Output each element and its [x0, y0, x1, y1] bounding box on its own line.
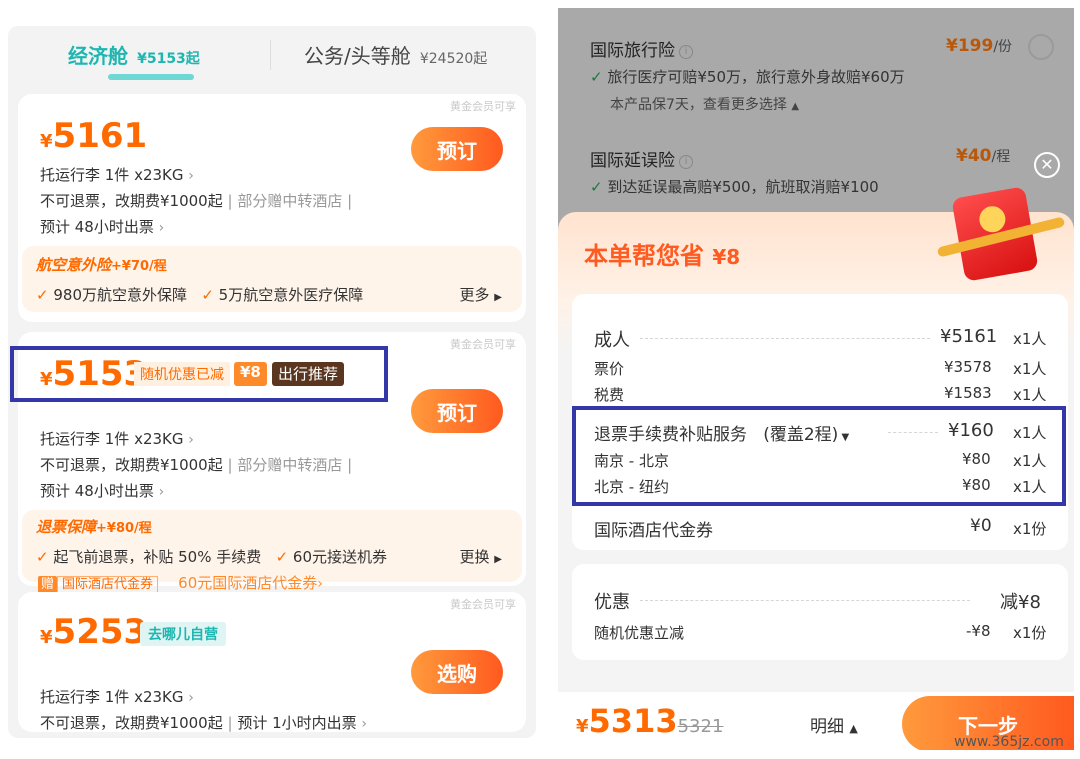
addon-price: +¥80/程 [96, 521, 152, 536]
tab-business-label: 公务/头等舱 [304, 44, 411, 68]
check-icon: ✓ [590, 178, 603, 196]
triangle-right-icon: ▶ [494, 292, 502, 303]
insurance-name: 国际延误险 [590, 151, 675, 171]
highlight-box-price [10, 346, 388, 402]
total-price: ¥53135321 [576, 702, 724, 740]
addon-item: 60元接送机券 [292, 548, 388, 566]
addon-title: 退票保障 [36, 518, 97, 536]
chevron-right-icon: › [317, 576, 323, 592]
tab-business[interactable]: 公务/头等舱 ¥24520起 [304, 40, 524, 70]
purchase-button[interactable]: 选购 [411, 650, 503, 694]
detail-toggle[interactable]: 明细 ▲ [810, 712, 858, 737]
gold-member-tag: 黄金会员可享 [450, 100, 516, 113]
addon-price: +¥70/程 [111, 259, 167, 274]
gift-row[interactable]: 赠国际酒店代金券 60元国际酒店代金券› [38, 572, 323, 593]
book-button[interactable]: 预订 [411, 127, 503, 171]
watermark: www.365jz.com [954, 734, 1064, 750]
tab-economy[interactable]: 经济舱 ¥5153起 [68, 40, 238, 70]
baggage-line[interactable]: 托运行李 1件 x23KG › [40, 428, 194, 449]
ticketing-line[interactable]: 预计 48小时出票 › [40, 480, 164, 501]
insurance-item-travel[interactable]: 国际旅行险 i ¥199/份 ✓ 旅行医疗可赔¥50万，旅行意外身故赔¥60万 本… [558, 8, 1074, 118]
chevron-right-icon: › [188, 168, 194, 184]
addon-more-link[interactable]: 更多 ▶ [460, 284, 503, 305]
fare-price: ¥5253 [40, 612, 148, 652]
chevron-right-icon: › [188, 432, 194, 448]
gift-link: 60元国际酒店代金券 [178, 574, 318, 592]
addon-change-link[interactable]: 更换 ▶ [460, 546, 503, 567]
addon-panel: 航空意外险+¥70/程 ✓ 980万航空意外保障 ✓ 5万航空意外医疗保障 更多… [22, 246, 522, 312]
triangle-up-icon: ▲ [791, 101, 800, 112]
select-radio[interactable] [1028, 34, 1054, 60]
check-icon: ✓ [201, 286, 214, 304]
info-icon: i [679, 155, 693, 169]
fare-card-3[interactable]: 黄金会员可享 ¥5253 去哪儿自营 选购 托运行李 1件 x23KG › 不可… [18, 592, 526, 732]
gold-member-tag: 黄金会员可享 [450, 338, 516, 351]
check-icon: ✓ [36, 286, 49, 304]
check-icon: ✓ [36, 548, 49, 566]
fare-price: ¥5161 [40, 116, 148, 156]
ticketing-line[interactable]: 预计 48小时出票 › [40, 216, 164, 237]
insurance-price: ¥40 [956, 146, 992, 166]
insurance-price: ¥199 [946, 36, 994, 56]
check-icon: ✓ [275, 548, 289, 566]
insurance-desc: 旅行医疗可赔¥50万，旅行意外身故赔¥60万 [607, 68, 905, 86]
right-panel: 国际旅行险 i ¥199/份 ✓ 旅行医疗可赔¥50万，旅行意外身故赔¥60万 本… [558, 8, 1074, 750]
discount-card [572, 564, 1068, 660]
insurance-name: 国际旅行险 [590, 41, 675, 61]
chevron-right-icon: › [158, 484, 165, 500]
fare-card-1[interactable]: 黄金会员可享 ¥5161 预订 托运行李 1件 x23KG › 不可退票，改期费… [18, 94, 526, 322]
addon-title: 航空意外险 [36, 256, 112, 274]
addon-item: 980万航空意外保障 [53, 286, 187, 304]
check-icon: ✓ [590, 68, 603, 86]
tab-business-price: ¥24520起 [419, 51, 488, 67]
refund-line: 不可退票，改期费¥1000起 | 部分赠中转酒店 | [40, 456, 353, 474]
book-button[interactable]: 预订 [411, 389, 503, 433]
savings-title: 本单帮您省 ¥8 [584, 242, 741, 270]
self-operated-tag: 去哪儿自营 [140, 622, 226, 646]
close-icon[interactable]: ✕ [1034, 152, 1060, 178]
baggage-line[interactable]: 托运行李 1件 x23KG › [40, 686, 194, 707]
info-icon: i [679, 45, 693, 59]
triangle-right-icon: ▶ [494, 554, 502, 565]
highlight-box-refund-service [572, 406, 1066, 506]
tab-divider [270, 40, 271, 70]
triangle-up-icon: ▲ [849, 722, 858, 735]
insurance-more-link[interactable]: 本产品保7天，查看更多选择 ▲ [610, 94, 799, 114]
gift-label: 国际酒店代金券 [57, 576, 159, 593]
tab-economy-underline [108, 74, 194, 80]
baggage-line[interactable]: 托运行李 1件 x23KG › [40, 164, 194, 185]
gold-member-tag: 黄金会员可享 [450, 598, 516, 611]
original-price: 5321 [677, 716, 724, 737]
tab-economy-price: ¥5153起 [137, 51, 200, 67]
addon-item: 5万航空意外医疗保障 [218, 286, 364, 304]
chevron-right-icon: › [158, 220, 165, 236]
refund-line: 不可退票，改期费¥1000起 | 部分赠中转酒店 | [40, 192, 353, 210]
refund-line: 不可退票，改期费¥1000起 | 预计 1小时内出票 › [40, 714, 368, 732]
tab-economy-label: 经济舱 [68, 44, 128, 68]
insurance-desc: 到达延误最高赔¥500，航班取消赔¥100 [607, 178, 879, 196]
chevron-right-icon: › [188, 690, 194, 706]
gift-badge: 赠 [38, 576, 58, 593]
addon-item: 起飞前退票，补贴 50% 手续费 [53, 548, 262, 566]
